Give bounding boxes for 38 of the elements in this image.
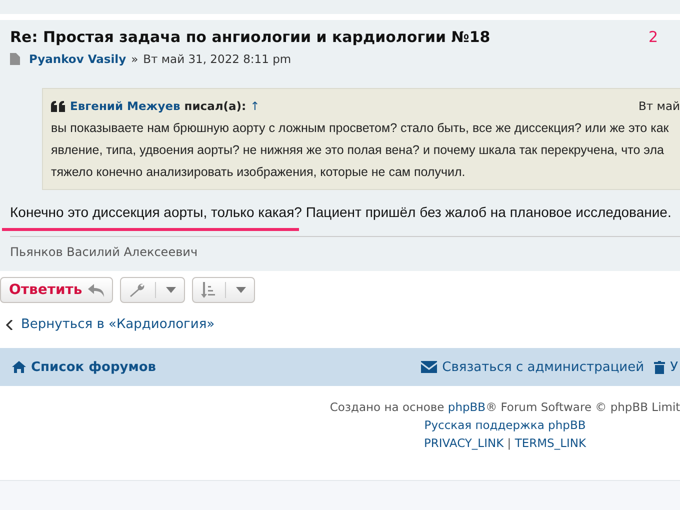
quote-icon — [51, 100, 66, 112]
quote-text-line: явление, типа, удвоения аорты? не нижняя же это полая вена? и почему шкала так перекручена, что эла — [51, 142, 665, 159]
home-icon — [12, 361, 26, 373]
sort-icon — [201, 282, 216, 298]
tools-dropdown-button[interactable] — [120, 277, 186, 303]
quote-author-link[interactable]: Евгений Межуев — [70, 95, 180, 117]
link-separator: | — [507, 436, 512, 450]
sort-dropdown-button[interactable] — [192, 277, 256, 303]
envelope-icon — [421, 361, 438, 373]
delete-link[interactable]: У — [654, 360, 678, 374]
phpbb-link[interactable]: phpBB — [448, 400, 486, 414]
copyright-text: Создано на основе phpBB® Forum Software © phpBB Limit — [330, 400, 680, 414]
post-signature: Пьянков Василий Алексеевич — [10, 236, 680, 259]
post-title[interactable]: Re: Простая задача по ангиологии и кардиологии №18 — [10, 28, 490, 46]
trash-icon — [654, 360, 666, 374]
quote-says-label: писал(а): — [184, 98, 246, 115]
caret-icon — [236, 287, 246, 293]
quote-source-link[interactable]: ↑ — [250, 95, 260, 117]
reply-arrow-icon — [88, 284, 104, 296]
back-link[interactable]: Вернуться в «Кардиология» — [21, 317, 215, 332]
wrench-icon — [129, 282, 146, 298]
post-author-link[interactable]: Pyankov Vasily — [29, 52, 126, 66]
terms-link[interactable]: TERMS_LINK — [514, 436, 586, 450]
quote-text-line: вы показываете нам брюшную аорту с ложным просветом? стало быть, все же диссекция? или же это как — [51, 120, 670, 137]
forum-list-link[interactable]: Список форумов — [12, 360, 156, 374]
privacy-link[interactable]: PRIVACY_LINK — [424, 436, 504, 450]
post-number: 2 — [648, 28, 658, 46]
caret-icon — [166, 287, 176, 293]
russian-support-link[interactable]: Русская поддержка phpBB — [424, 418, 586, 432]
document-icon — [10, 53, 20, 65]
meta-separator: » — [131, 52, 138, 66]
post-date: Вт май 31, 2022 8:11 pm — [143, 52, 292, 66]
post-message: Конечно это диссекция аорты, только какая? Пациент пришёл без жалоб на плановое исследование. — [10, 204, 672, 220]
contact-link[interactable]: Связаться с администрацией — [421, 360, 644, 374]
chevron-left-icon — [6, 320, 13, 330]
quote-text-line: тяжело конечно анализировать изображения, которые не сам получил. — [51, 164, 466, 181]
quote-date: Вт май — [638, 98, 680, 115]
reply-button[interactable]: Ответить — [0, 277, 114, 303]
